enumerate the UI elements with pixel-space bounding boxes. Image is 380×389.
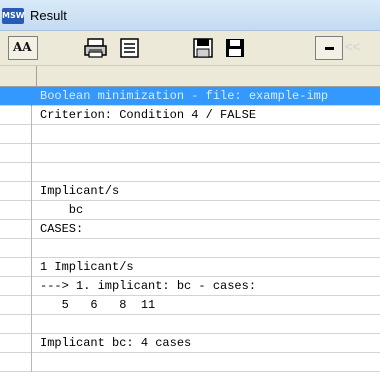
row-text: bc [40, 203, 84, 217]
row-gutter [0, 296, 32, 315]
title-bar: MSW Result [0, 0, 380, 31]
row-text: ---> 1. implicant: bc - cases: [40, 279, 257, 293]
save-button[interactable] [222, 36, 248, 60]
result-grid[interactable]: Boolean minimization - file: example-imp… [0, 66, 380, 389]
window-title: Result [30, 8, 67, 23]
result-row[interactable]: Criterion: Condition 4 / FALSE [0, 106, 380, 125]
nav-back-button[interactable]: << [345, 39, 360, 54]
result-row[interactable] [0, 163, 380, 182]
grid-header [0, 66, 380, 87]
result-row[interactable] [0, 144, 380, 163]
row-text: Implicant bc: 4 cases [40, 336, 192, 350]
selected-row[interactable]: Boolean minimization - file: example-imp [0, 87, 380, 106]
minimize-button[interactable] [315, 36, 343, 60]
print-button[interactable] [82, 36, 110, 60]
row-gutter [0, 144, 32, 163]
clipboard-icon [120, 38, 139, 58]
row-gutter [0, 163, 32, 182]
row-gutter [0, 125, 32, 144]
row-gutter [0, 315, 32, 334]
row-text: Implicant/s [40, 184, 120, 198]
result-row[interactable]: CASES: [0, 220, 380, 239]
result-row[interactable]: bc [0, 201, 380, 220]
row-gutter [0, 277, 32, 296]
row-gutter [0, 353, 32, 372]
result-row[interactable] [0, 125, 380, 144]
font-button[interactable]: AA [8, 36, 38, 60]
floppy-open-icon [193, 38, 213, 58]
row-gutter [0, 220, 32, 239]
result-row[interactable] [0, 353, 380, 372]
toolbar: AA << [0, 31, 380, 66]
result-row[interactable]: 5 6 8 11 [0, 296, 380, 315]
font-icon: AA [13, 40, 32, 54]
row-gutter [0, 258, 32, 277]
row-gutter [0, 106, 32, 125]
row-text: CASES: [40, 222, 84, 236]
floppy-disk-icon [226, 39, 244, 57]
result-row[interactable]: ---> 1. implicant: bc - cases: [0, 277, 380, 296]
row-gutter [0, 87, 32, 106]
result-row[interactable]: 1 Implicant/s [0, 258, 380, 277]
row-text: 1 Implicant/s [40, 260, 134, 274]
copy-button[interactable] [116, 36, 144, 60]
result-row[interactable]: Implicant/s [0, 182, 380, 201]
row-text: 5 6 8 11 [40, 298, 156, 312]
printer-icon [84, 38, 107, 58]
save-as-button[interactable] [190, 36, 216, 60]
row-gutter [0, 182, 32, 201]
row-gutter [0, 201, 32, 220]
app-icon: MSW [2, 8, 25, 24]
grid-header-corner [0, 66, 37, 86]
minus-icon [325, 47, 334, 50]
result-row[interactable]: Implicant bc: 4 cases [0, 334, 380, 353]
result-row[interactable] [0, 239, 380, 258]
row-gutter [0, 239, 32, 258]
result-row[interactable] [0, 315, 380, 334]
row-text: Boolean minimization - file: example-imp [40, 89, 329, 103]
row-gutter [0, 334, 32, 353]
row-text: Criterion: Condition 4 / FALSE [40, 108, 257, 122]
